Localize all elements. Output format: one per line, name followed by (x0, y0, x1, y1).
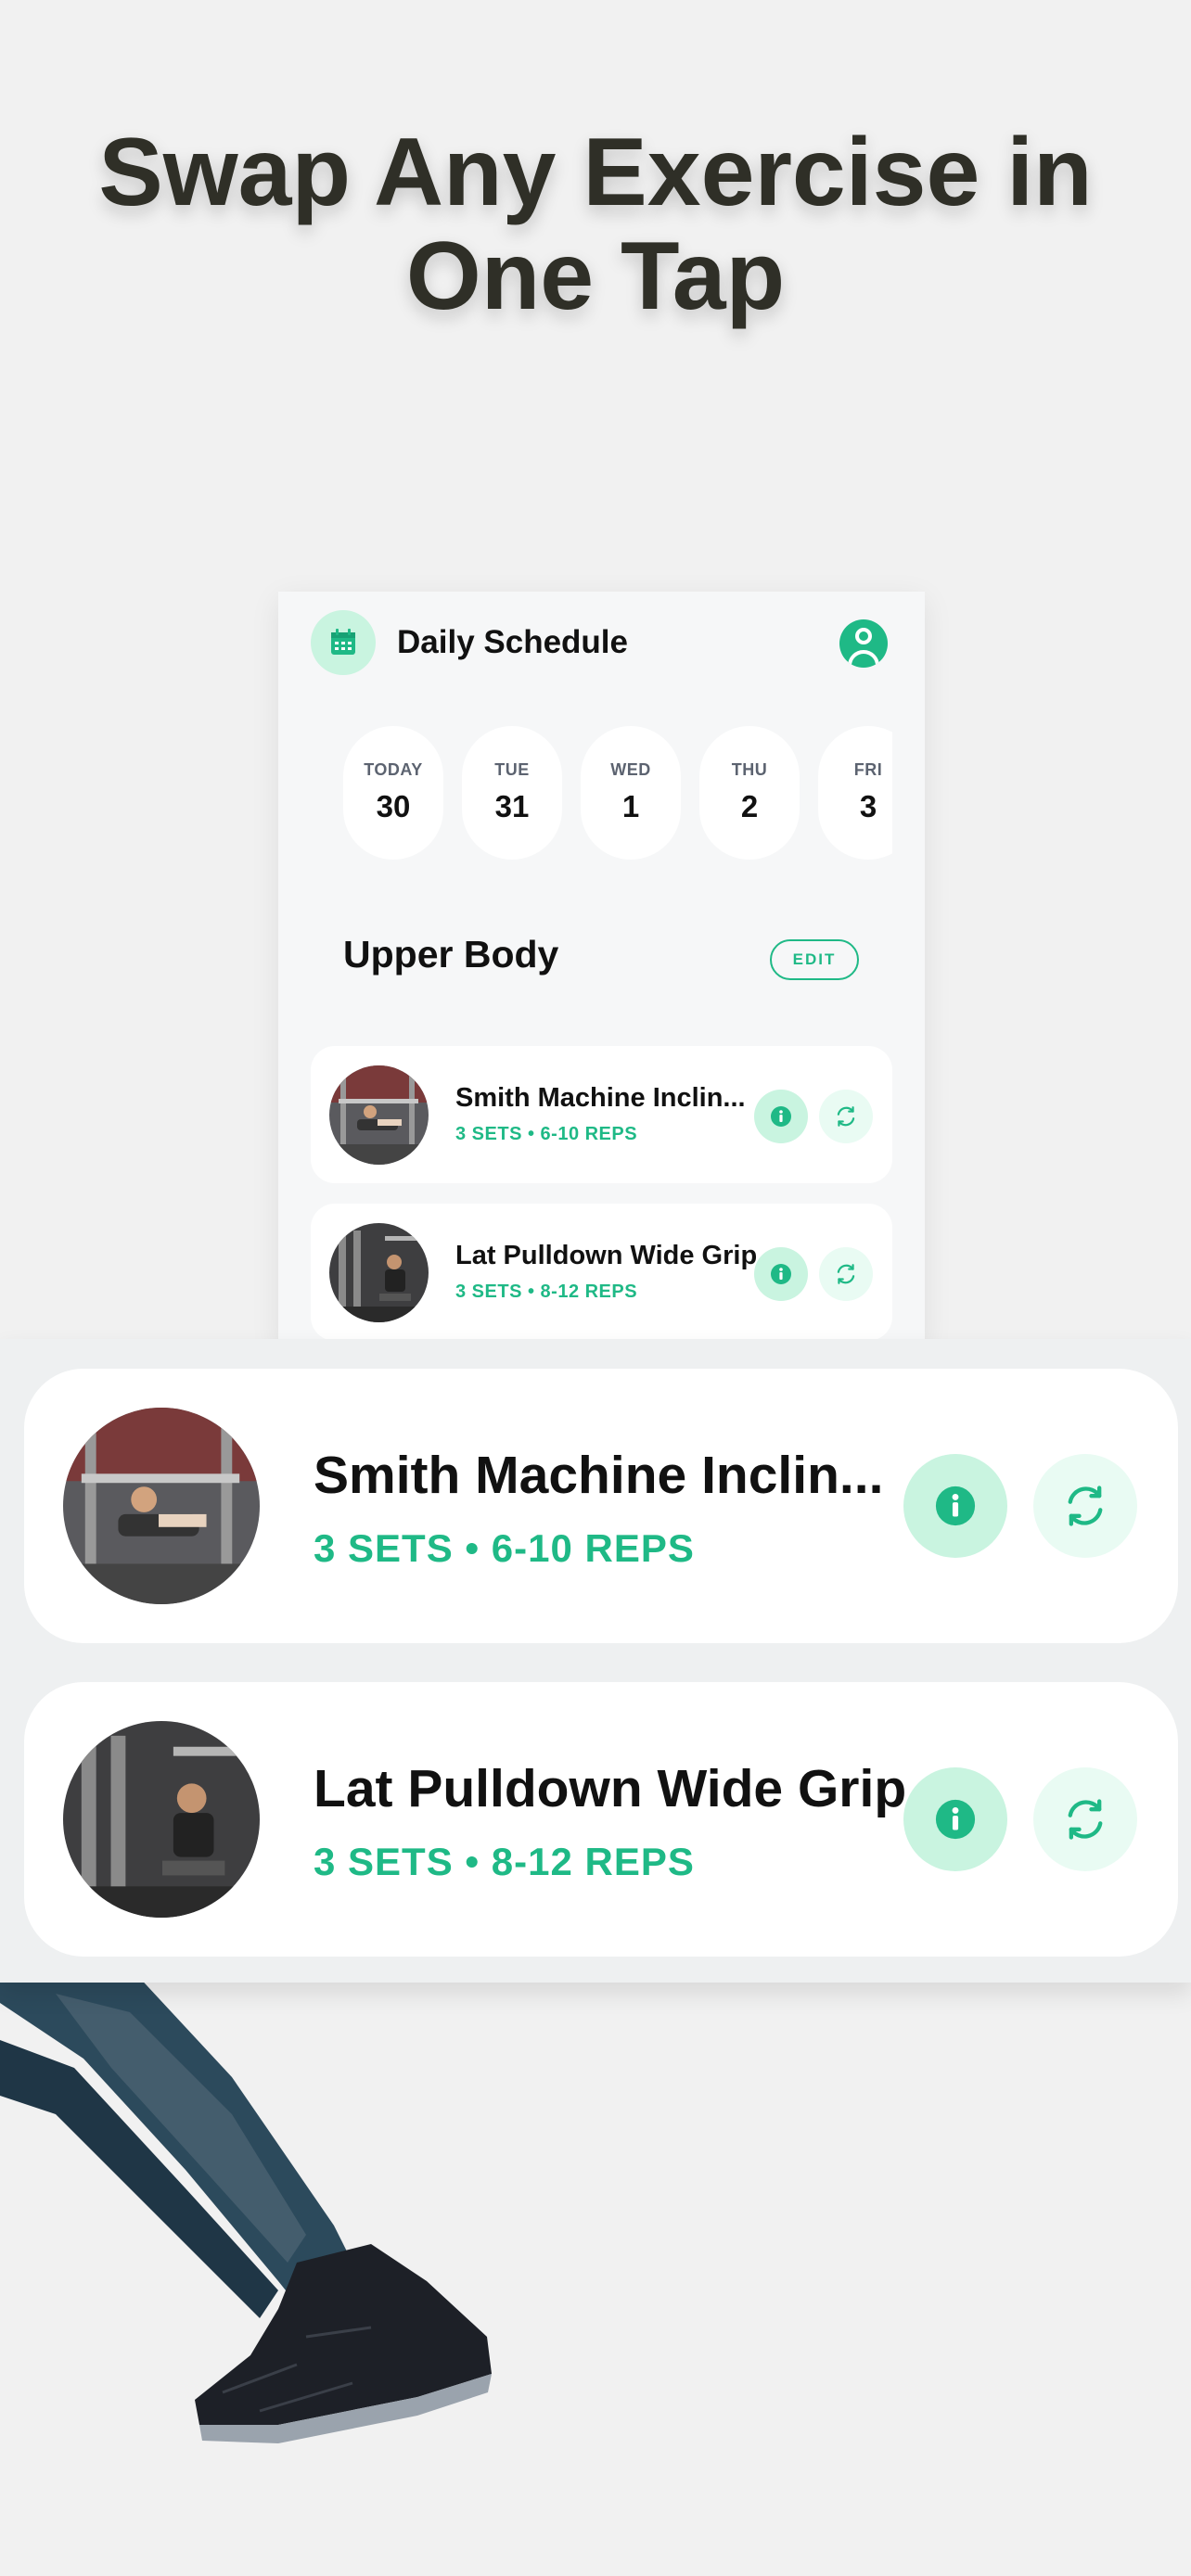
app-title: Daily Schedule (397, 624, 628, 660)
exercise-thumbnail (329, 1223, 429, 1322)
exercise-thumbnail (329, 1065, 429, 1165)
headline-line-2: One Tap (405, 223, 786, 330)
exercise-sets-reps: 3 SETS • 6-10 REPS (455, 1124, 638, 1144)
info-button[interactable] (754, 1247, 808, 1301)
day-name: TUE (494, 760, 530, 779)
swap-icon (1068, 1799, 1103, 1840)
day-pill-thu[interactable]: THU 2 (699, 726, 800, 860)
exercise-name: Lat Pulldown Wide Grip (455, 1241, 758, 1270)
exercise-name: Smith Machine Inclin... (314, 1446, 884, 1505)
exercise-card[interactable]: Smith Machine Inclin... 3 SETS • 6-10 RE… (311, 1046, 892, 1183)
exercise-name: Smith Machine Inclin... (455, 1083, 746, 1113)
exercise-card-zoomed[interactable]: Smith Machine Inclin... 3 SETS • 6-10 RE… (24, 1369, 1178, 1643)
swap-button[interactable] (1033, 1454, 1137, 1558)
info-icon (771, 1106, 791, 1127)
day-date: 2 (740, 789, 759, 823)
swap-icon (837, 1264, 855, 1284)
info-button[interactable] (903, 1454, 1007, 1558)
day-pill-tue[interactable]: TUE 31 (462, 726, 562, 860)
swap-icon (837, 1106, 855, 1127)
day-date: 1 (621, 789, 640, 823)
day-selector: TODAY 30 TUE 31 WED 1 THU 2 FRI 3 (343, 726, 892, 861)
exercise-thumbnail (63, 1408, 260, 1604)
exercise-sets-reps: 3 SETS • 8-12 REPS (455, 1282, 638, 1302)
exercise-sets-reps: 3 SETS • 8-12 REPS (314, 1840, 695, 1883)
swap-button[interactable] (819, 1090, 873, 1143)
info-button[interactable] (754, 1090, 808, 1143)
exercise-thumbnail (63, 1721, 260, 1918)
calendar-icon (331, 629, 355, 655)
day-date: 31 (494, 789, 530, 823)
exercise-sets-reps: 3 SETS • 6-10 REPS (314, 1526, 695, 1570)
info-icon (935, 1486, 976, 1526)
info-button[interactable] (903, 1767, 1007, 1871)
day-name: TODAY (364, 760, 423, 779)
day-pill-today[interactable]: TODAY 30 (343, 726, 443, 860)
day-date: 3 (859, 789, 877, 823)
phone-screen: Daily Schedule TODAY 30 TUE 31 WED 1 THU… (278, 592, 925, 1345)
headline: Swap Any Exercise in One Tap (0, 121, 1191, 328)
day-date: 30 (376, 789, 411, 823)
info-icon (771, 1264, 791, 1284)
day-name: WED (610, 760, 651, 779)
profile-button[interactable] (839, 619, 888, 668)
swap-button[interactable] (1033, 1767, 1137, 1871)
exercise-name: Lat Pulldown Wide Grip (314, 1759, 907, 1818)
promo-screen: Swap Any Exercise in One Tap Daily Sched… (0, 0, 1191, 2576)
day-pill-wed[interactable]: WED 1 (581, 726, 681, 860)
headline-line-1: Swap Any Exercise in (98, 119, 1093, 226)
zoomed-exercise-panel: Smith Machine Inclin... 3 SETS • 6-10 RE… (0, 1339, 1191, 1983)
swap-button[interactable] (819, 1247, 873, 1301)
exercise-card-zoomed[interactable]: Lat Pulldown Wide Grip 3 SETS • 8-12 REP… (24, 1682, 1178, 1957)
calendar-button[interactable] (311, 610, 376, 675)
info-icon (935, 1799, 976, 1840)
day-pill-fri[interactable]: FRI 3 (818, 726, 892, 860)
section-title: Upper Body (343, 933, 559, 976)
day-name: THU (731, 760, 768, 779)
day-name: FRI (853, 760, 883, 779)
edit-button[interactable]: EDIT (770, 939, 859, 980)
exercise-card[interactable]: Lat Pulldown Wide Grip 3 SETS • 8-12 REP… (311, 1204, 892, 1341)
swap-icon (1068, 1486, 1103, 1526)
